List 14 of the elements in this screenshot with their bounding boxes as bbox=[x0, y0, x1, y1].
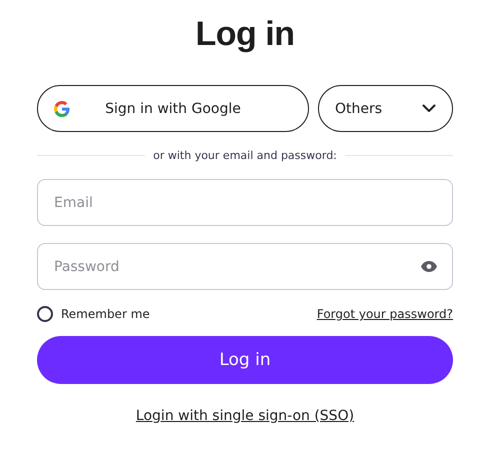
others-dropdown[interactable]: Others bbox=[318, 85, 453, 132]
sso-link[interactable]: Login with single sign-on (SSO) bbox=[136, 408, 354, 424]
forgot-password-link[interactable]: Forgot your password? bbox=[316, 307, 453, 321]
page-title: Log in bbox=[194, 14, 296, 54]
login-button[interactable]: Log in bbox=[37, 336, 453, 384]
google-sign-in-button[interactable]: Sign in with Google bbox=[37, 85, 309, 132]
google-icon bbox=[54, 100, 70, 116]
password-field[interactable]: Password bbox=[37, 243, 453, 290]
divider-text: or with your email and password: bbox=[153, 149, 337, 162]
chevron-down-icon bbox=[422, 104, 436, 113]
remember-checkbox[interactable] bbox=[37, 306, 53, 322]
remember-label: Remember me bbox=[61, 307, 150, 321]
email-field[interactable]: Email bbox=[37, 179, 453, 226]
eye-icon bbox=[421, 261, 437, 272]
